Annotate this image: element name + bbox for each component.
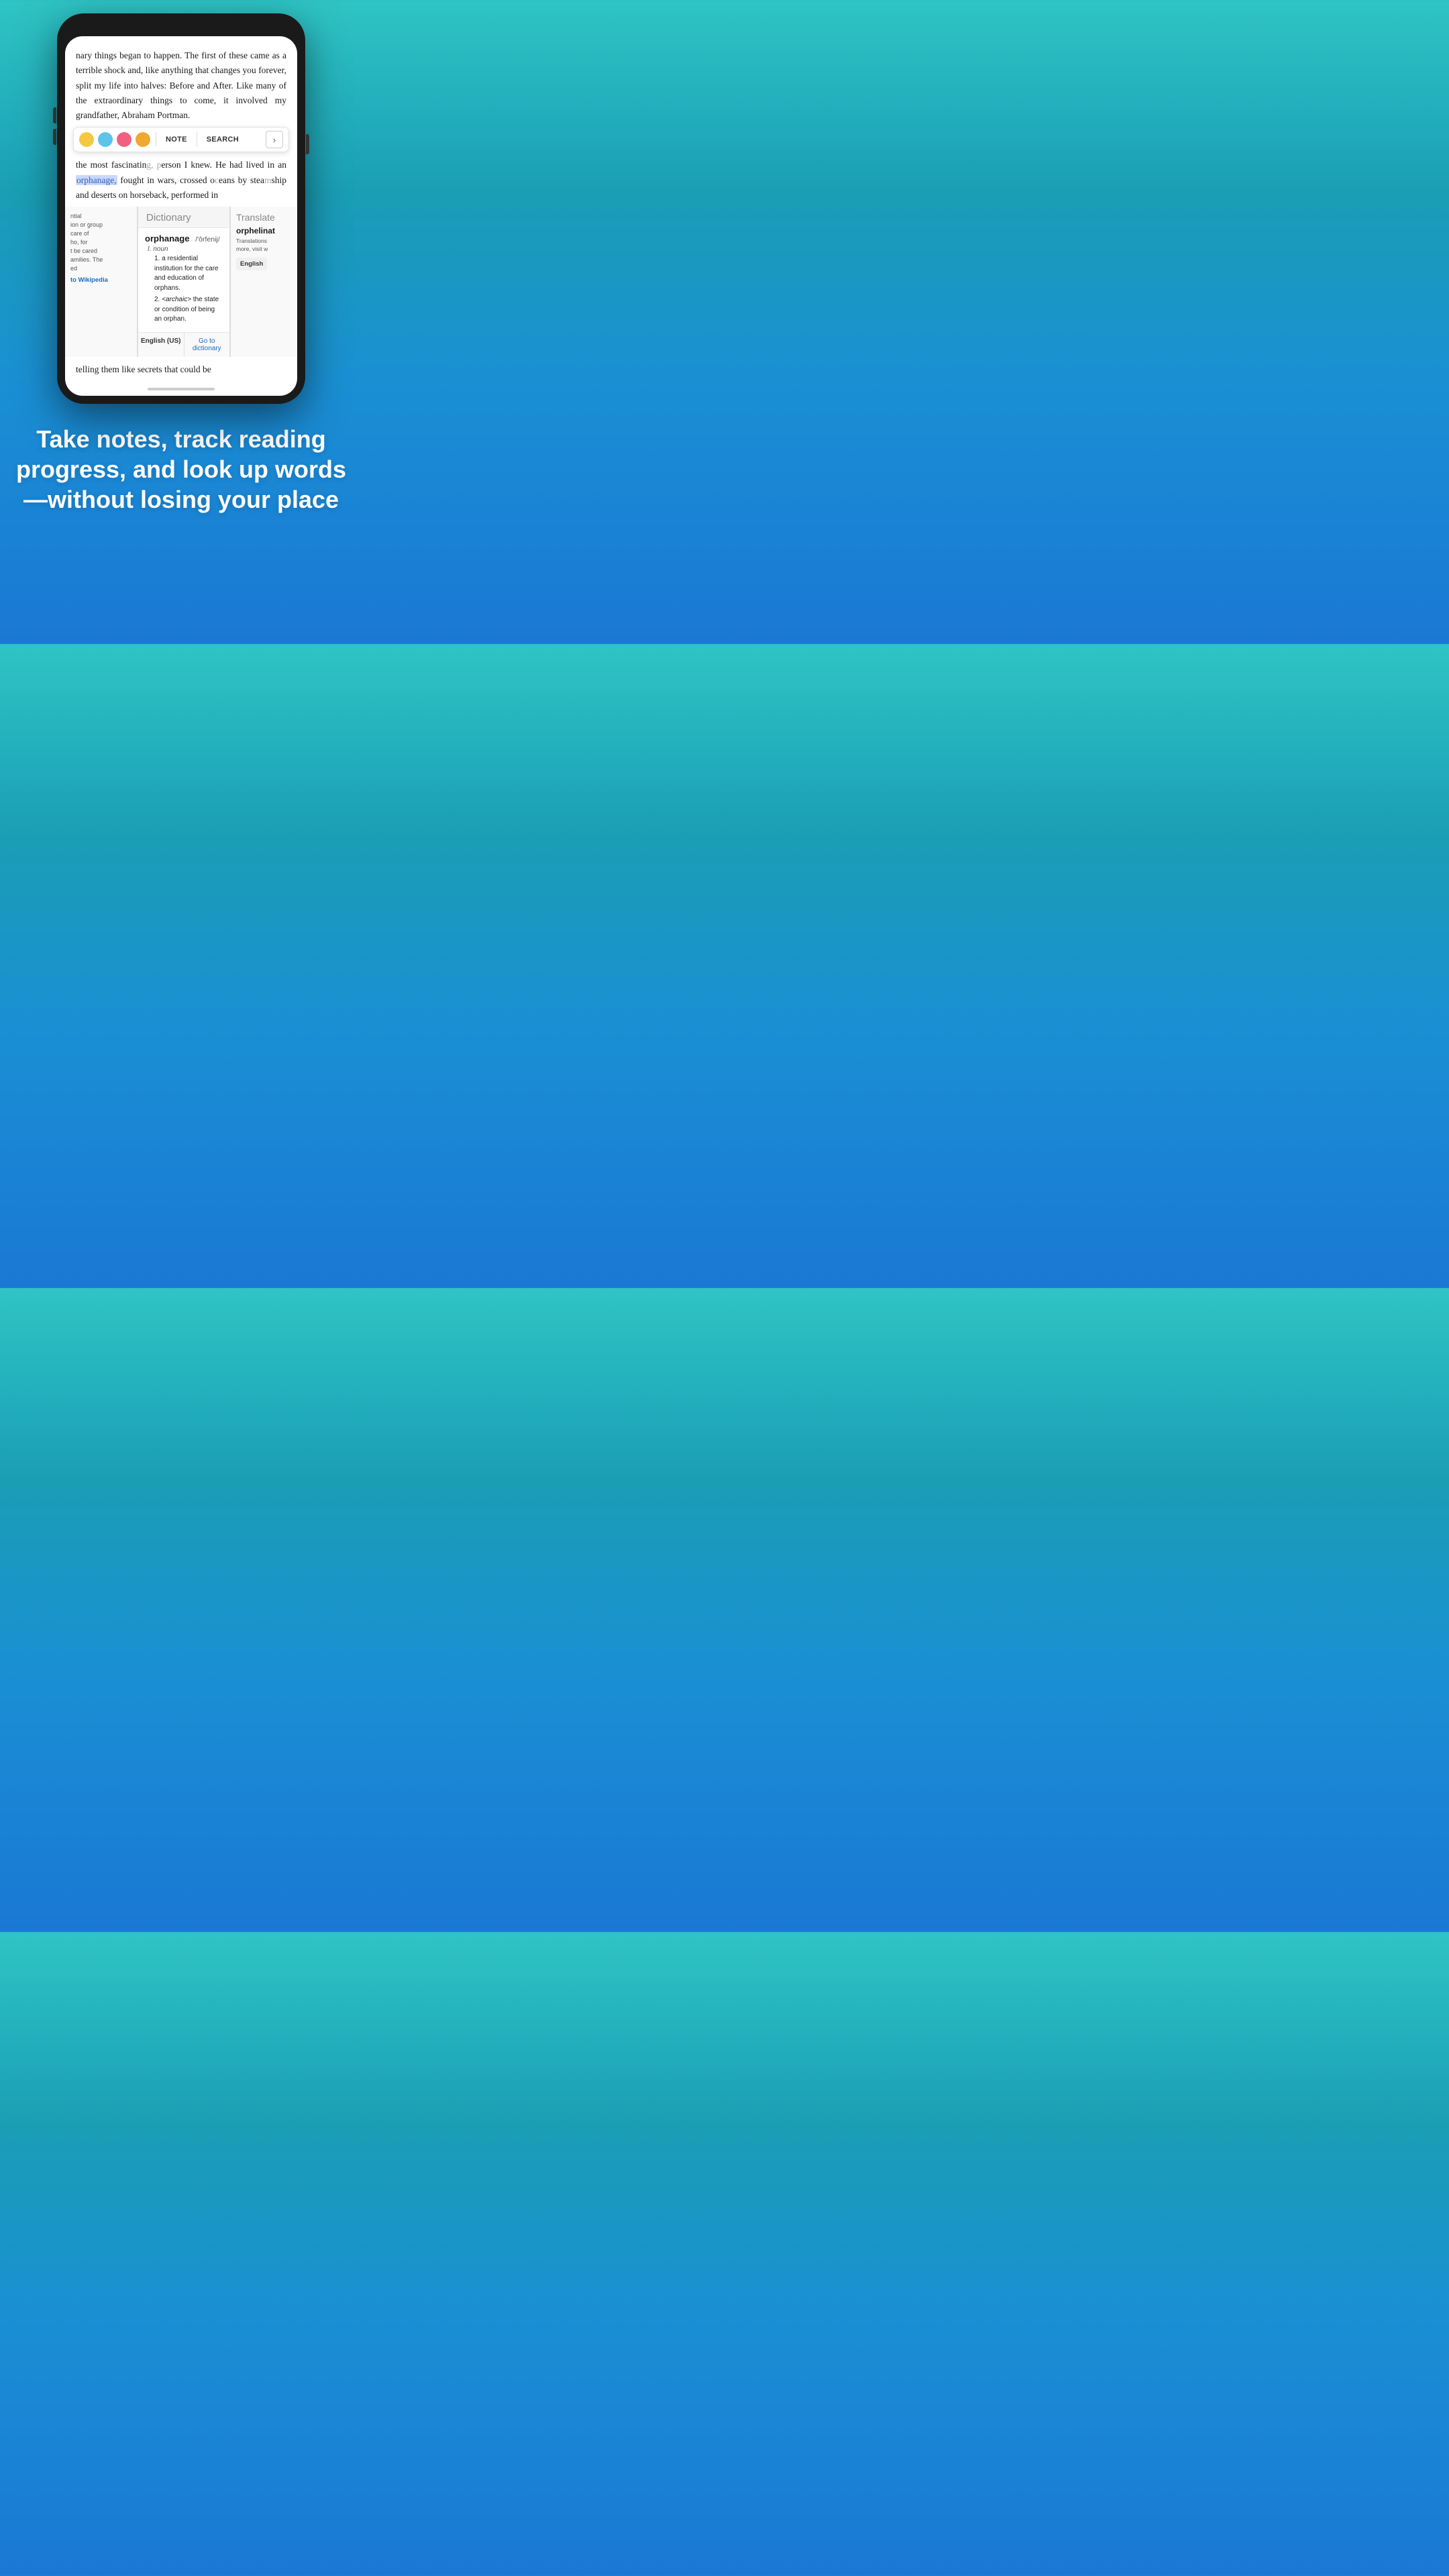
translate-word: orphelinat [236,226,292,235]
dictionary-body: orphanage /'ôrfenij/ I. noun 1. a reside… [138,228,229,332]
power-button [306,134,309,154]
wikipedia-partial-text: ntialion or groupcare ofho, fort be care… [70,212,131,273]
volume-down-button [53,129,56,145]
dictionary-header: Dictionary [138,207,229,228]
dictionary-goto-button[interactable]: Go to dictionary [184,333,230,357]
home-bar [148,388,215,390]
blue-highlight-button[interactable] [98,132,113,147]
phone-notch [148,21,215,34]
book-text-middle: the most fascinating, person I knew. He … [65,156,297,207]
book-text-bottom: telling them like secrets that could be [65,357,297,382]
phone-container: nary things began to happen. The first o… [0,0,362,404]
translate-header: Translate [236,212,292,223]
note-button[interactable]: NOTE [162,133,191,146]
phone-frame: nary things began to happen. The first o… [57,13,305,404]
dictionary-phonetic: /'ôrfenij/ [195,235,219,244]
translate-partial-text: Translationsmore, visit w [236,237,292,254]
dictionary-language-button[interactable]: English (US) [138,333,184,357]
dictionary-definition-2: 2. <archaic> the state or condition of b… [154,295,223,325]
highlight-toolbar[interactable]: NOTE SEARCH › [73,127,289,152]
translate-panel: Translate orphelinat Translationsmore, v… [230,207,297,357]
orange-highlight-button[interactable] [136,132,150,147]
phone-left-buttons [53,107,56,145]
panels-row: ntialion or groupcare ofho, fort be care… [65,207,297,357]
translate-language-button[interactable]: English [236,258,267,270]
dictionary-panel: Dictionary orphanage /'ôrfenij/ I. noun … [138,207,230,357]
yellow-highlight-button[interactable] [79,132,94,147]
phone-screen: nary things began to happen. The first o… [65,36,297,396]
book-text-top: nary things began to happen. The first o… [65,36,297,123]
dictionary-definition-1: 1. a residential institution for the car… [154,254,223,293]
headline-section: Take notes, track reading progress, and … [0,404,362,541]
text-before-highlight: the most fascinatin [76,160,146,170]
highlighted-word[interactable]: orphanage, [76,175,117,185]
pink-highlight-button[interactable] [117,132,131,147]
volume-up-button [53,107,56,123]
text-after-right: fought in wars, crossed o [117,175,215,185]
wikipedia-panel: ntialion or groupcare ofho, fort be care… [65,207,138,357]
dictionary-footer: English (US) Go to dictionary [138,332,229,357]
text-after-left: erson I knew. He had lived in an [161,160,286,170]
dictionary-word: orphanage [145,233,189,244]
headline-text: Take notes, track reading progress, and … [13,424,349,515]
wikipedia-link[interactable]: to Wikipedia [70,276,131,284]
toolbar-more-button[interactable]: › [266,131,283,148]
search-button[interactable]: SEARCH [203,133,243,146]
dictionary-pos: I. noun [148,246,223,253]
dictionary-word-line: orphanage /'ôrfenij/ [145,233,223,244]
translate-footer: English [236,258,292,270]
